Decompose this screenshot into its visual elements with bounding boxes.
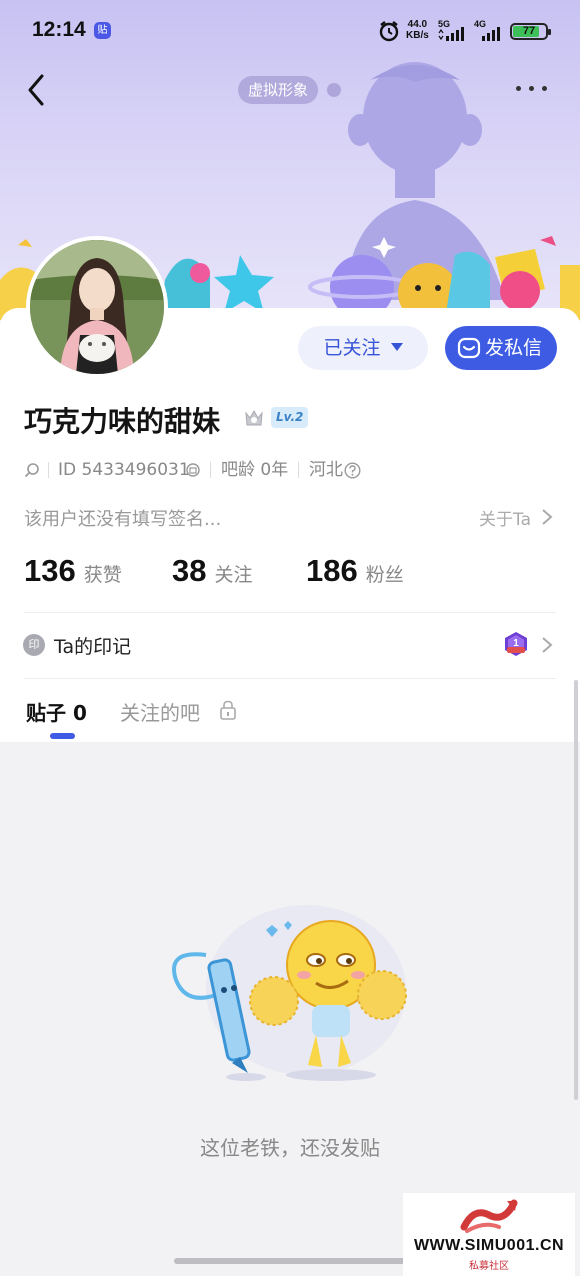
signal-4g-icon: 4G (474, 19, 506, 43)
status-time: 12:14 (32, 18, 86, 41)
copy-icon[interactable] (186, 463, 200, 477)
active-tab-indicator (50, 733, 75, 739)
svg-text:1: 1 (513, 638, 519, 649)
search-id-icon (24, 463, 39, 478)
follow-status-button[interactable]: 已关注 (298, 326, 428, 370)
watermark-subtext: 私募社区 (469, 1261, 509, 1272)
message-icon (457, 337, 481, 359)
watermark-text: WWW.SIMU001.CN (413, 1237, 565, 1254)
virtual-avatar-dot-icon (327, 83, 341, 97)
user-signature: 该用户还没有填写签名... (24, 509, 222, 530)
stat-following[interactable]: 38 关注 (172, 553, 253, 589)
user-id: ID 5433496031 (58, 460, 190, 480)
network-speed: 44.0 KB/s (406, 19, 429, 41)
chevron-down-icon (390, 342, 403, 351)
alarm-icon (379, 21, 399, 42)
stat-likes[interactable]: 136 获赞 (24, 553, 122, 589)
home-indicator[interactable] (174, 1258, 406, 1264)
battery-icon: 77 (510, 23, 551, 40)
seal-section-label[interactable]: Ta的印记 (54, 632, 131, 659)
tab-posts[interactable]: 贴子 0 (26, 697, 87, 726)
level-badge: Lv.2 (271, 407, 309, 428)
user-avatar[interactable] (26, 236, 168, 378)
seal-badge-icon[interactable]: 1 (503, 631, 529, 657)
chevron-right-icon[interactable] (541, 508, 553, 526)
tab-followed-bars[interactable]: 关注的吧 (120, 697, 200, 726)
virtual-avatar-tag[interactable]: 虚拟形象 (238, 76, 319, 104)
username: 巧克力味的甜妹 (24, 405, 221, 438)
send-message-button[interactable]: 发私信 (445, 326, 557, 370)
watermark-logo-icon (460, 1199, 518, 1233)
chevron-right-icon[interactable] (541, 636, 553, 654)
empty-state-illustration (172, 905, 407, 1081)
seal-icon: 印 (23, 634, 45, 656)
lock-icon (220, 700, 236, 720)
more-options-button[interactable] (512, 84, 552, 96)
tieba-notification-icon: 贴 (94, 22, 111, 39)
help-icon[interactable] (344, 462, 361, 479)
site-watermark: WWW.SIMU001.CN 私募社区 (403, 1193, 575, 1276)
location: 河北 (309, 460, 343, 480)
empty-state-message: 这位老铁，还没发贴 (200, 1136, 380, 1160)
divider (24, 612, 556, 613)
stat-followers[interactable]: 186 粉丝 (306, 553, 404, 589)
status-bar: 12:14 贴 44.0 KB/s 5G 4G 77 (0, 0, 580, 64)
back-button[interactable] (22, 72, 52, 108)
account-age: 吧龄 0年 (221, 460, 289, 480)
divider (24, 678, 556, 679)
about-link[interactable]: 关于Ta (479, 505, 531, 530)
crown-badge-icon (245, 409, 263, 426)
signal-5g-icon: 5G (438, 19, 470, 43)
scrollbar[interactable] (574, 680, 578, 1100)
